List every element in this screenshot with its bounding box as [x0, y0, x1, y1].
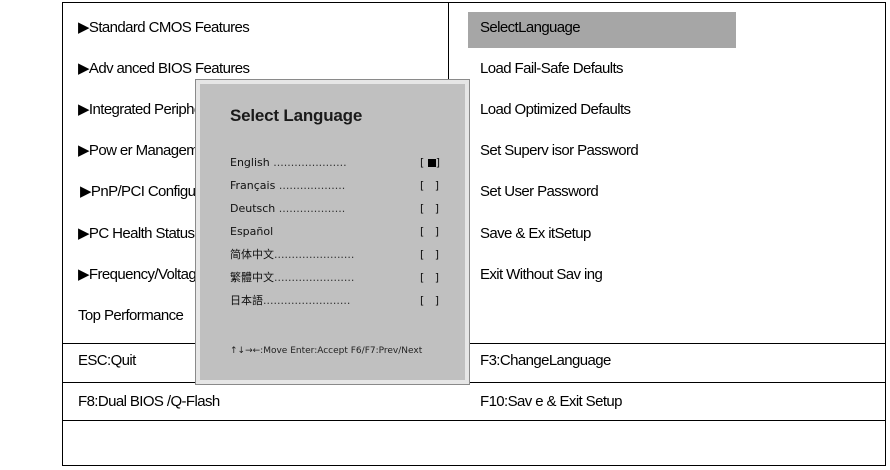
language-name: 简体中文	[230, 248, 274, 261]
hint-f8-dual-bios: F8:Dual BIOS /Q-Flash	[78, 393, 220, 410]
language-checkbox[interactable]: [ ]	[420, 179, 460, 193]
menu-load-optimized[interactable]: Load Optimized Defaults	[480, 100, 631, 120]
language-name: 日本語	[230, 294, 263, 307]
language-option-francais[interactable]: Français ................... [ ]	[230, 179, 439, 193]
language-name: Français	[230, 179, 276, 192]
hint-f10-save-exit: F10:Sav e & Exit Setup	[480, 393, 622, 410]
divider-footer-row	[62, 382, 886, 383]
language-checkbox[interactable]: [ ]	[420, 271, 460, 285]
hint-esc-quit: ESC:Quit	[78, 352, 136, 369]
menu-load-failsafe[interactable]: Load Fail-Safe Defaults	[480, 59, 624, 79]
menu-select-language[interactable]: SelectLanguage	[480, 18, 581, 38]
language-checkbox[interactable]: [ ]	[420, 248, 460, 262]
menu-supervisor-password[interactable]: Set Superv isor Password	[480, 141, 639, 161]
divider-status	[62, 420, 886, 421]
menu-save-exit[interactable]: Save & Ex itSetup	[480, 224, 591, 244]
menu-top-performance[interactable]: Top Performance	[78, 306, 184, 326]
dialog-title: Select Language	[230, 106, 363, 125]
language-checkbox[interactable]: [ ]	[420, 202, 460, 216]
language-option-english[interactable]: English ..................... [ ]	[230, 156, 440, 170]
menu-pc-health[interactable]: ▶PC Health Status	[78, 224, 195, 244]
select-language-dialog: Select Language English ................…	[195, 79, 470, 385]
menu-user-password[interactable]: Set User Password	[480, 182, 599, 202]
language-name: Deutsch	[230, 202, 276, 215]
language-option-simplified-chinese[interactable]: 简体中文....................... [ ]	[230, 248, 439, 262]
language-option-deutsch[interactable]: Deutsch ................... [ ]	[230, 202, 439, 216]
language-option-traditional-chinese[interactable]: 繁體中文....................... [ ]	[230, 271, 439, 285]
hint-f3-change-language: F3:ChangeLanguage	[480, 352, 611, 369]
divider-menu-footer	[62, 343, 886, 344]
language-option-espanol[interactable]: Español [ ]	[230, 225, 439, 239]
dialog-key-hint: ↑↓→←:Move Enter:Accept F6/F7:Prev/Next	[230, 346, 423, 356]
language-checkbox[interactable]: [ ]	[420, 294, 460, 308]
language-name: 繁體中文	[230, 271, 274, 284]
language-name: Español	[230, 225, 274, 238]
menu-advanced-bios[interactable]: ▶Adv anced BIOS Features	[78, 59, 250, 79]
language-option-japanese[interactable]: 日本語......................... [ ]	[230, 294, 439, 308]
language-checkbox-selected[interactable]: [ ]	[420, 156, 460, 170]
language-checkbox[interactable]: [ ]	[420, 225, 460, 239]
menu-standard-cmos[interactable]: ▶Standard CMOS Features	[78, 18, 250, 38]
language-name: English	[230, 156, 270, 169]
menu-exit-without-saving[interactable]: Exit Without Sav ing	[480, 265, 603, 285]
